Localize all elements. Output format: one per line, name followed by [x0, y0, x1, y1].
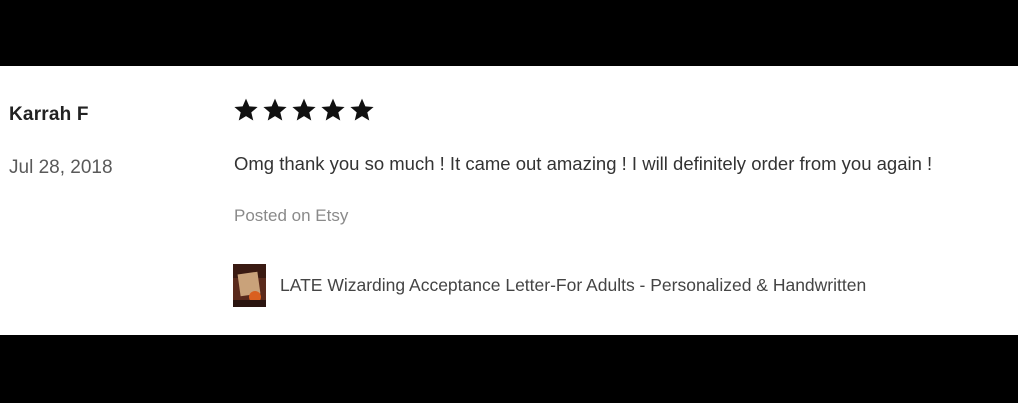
- star-icon: [263, 98, 287, 121]
- star-icon: [350, 98, 374, 121]
- product-link[interactable]: LATE Wizarding Acceptance Letter-For Adu…: [233, 264, 866, 307]
- product-title: LATE Wizarding Acceptance Letter-For Adu…: [280, 275, 867, 295]
- star-icon: [234, 98, 258, 121]
- review-source: Posted on Etsy: [234, 206, 349, 225]
- review-date: Jul 28, 2018: [9, 157, 113, 178]
- review-text: Omg thank you so much ! It came out amaz…: [234, 153, 933, 174]
- reviewer-name: Karrah F: [9, 104, 89, 125]
- review-card: Karrah F Jul 28, 2018 Omg thank you so m…: [0, 66, 1018, 335]
- star-rating: [233, 97, 375, 123]
- bottom-black-bar: [0, 335, 1018, 403]
- star-icon: [321, 98, 345, 121]
- star-icon: [292, 98, 316, 121]
- top-black-bar: [0, 0, 1018, 66]
- product-thumbnail-icon: [233, 264, 266, 307]
